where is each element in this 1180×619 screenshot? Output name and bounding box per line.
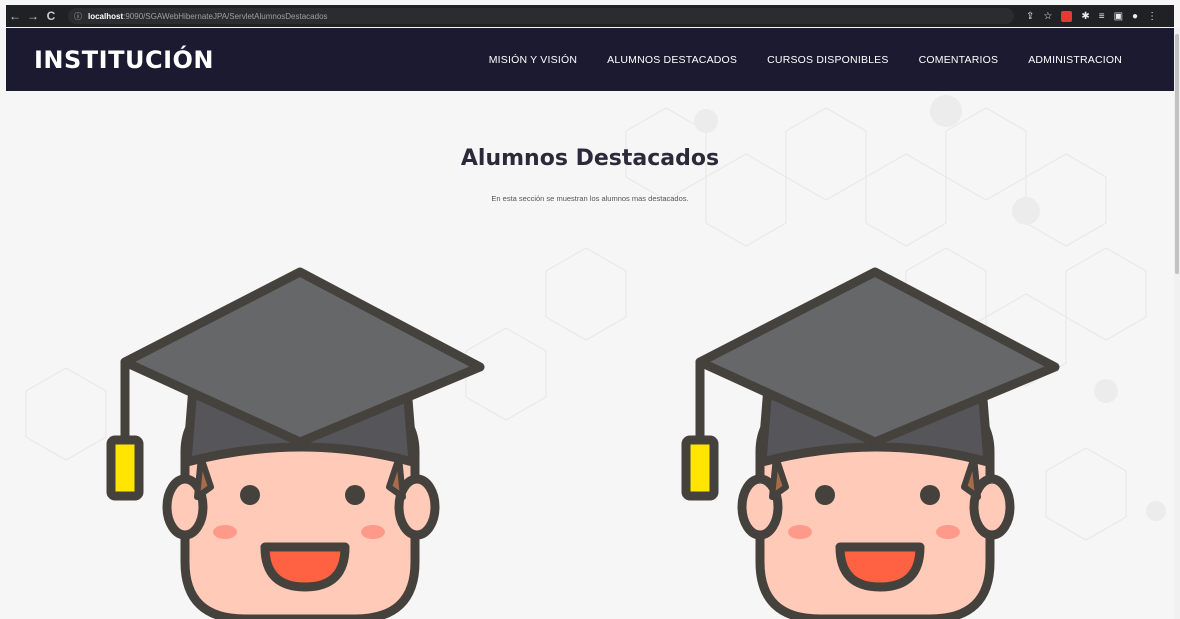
menu-item-administracion[interactable]: ADMINISTRACION xyxy=(1028,54,1122,66)
puzzle-icon[interactable]: ✱ xyxy=(1081,11,1089,22)
sidepanel-icon[interactable]: ▣ xyxy=(1114,11,1123,22)
info-icon[interactable]: ⓘ xyxy=(74,11,82,22)
share-icon[interactable]: ⇪ xyxy=(1026,11,1034,22)
main-menu: MISIÓN Y VISIÓN ALUMNOS DESTACADOS CURSO… xyxy=(489,28,1122,91)
profile-icon[interactable]: ● xyxy=(1132,11,1138,22)
star-icon[interactable]: ☆ xyxy=(1043,11,1052,22)
menu-item-mision[interactable]: MISIÓN Y VISIÓN xyxy=(489,54,577,66)
student-avatar-1 xyxy=(106,267,485,619)
site-logo[interactable]: INSTITUCIÓN xyxy=(34,46,214,74)
reload-icon[interactable]: C xyxy=(42,9,60,23)
menu-icon[interactable]: ⋮ xyxy=(1147,11,1157,22)
back-icon[interactable]: ← xyxy=(6,9,24,23)
extensions-area: ⇪ ☆ ✱ ≡ ▣ ● ⋮ xyxy=(1026,10,1157,22)
page-title: Alumnos Destacados xyxy=(460,146,720,171)
menu-item-comentarios[interactable]: COMENTARIOS xyxy=(919,54,999,66)
menu-item-alumnos[interactable]: ALUMNOS DESTACADOS xyxy=(607,54,737,66)
page-scrollbar[interactable] xyxy=(1174,28,1180,619)
playlist-icon[interactable]: ≡ xyxy=(1099,11,1105,22)
extension-icon[interactable] xyxy=(1061,10,1073,22)
page-subtitle: En esta sección se muestran los alumnos … xyxy=(491,194,689,203)
student-avatar-2 xyxy=(681,267,1060,619)
url-host: localhost xyxy=(88,11,124,21)
address-bar[interactable]: ⓘ localhost :9090/SGAWebHibernateJPA/Ser… xyxy=(68,8,1014,24)
browser-toolbar: ← → C ⓘ localhost :9090/SGAWebHibernateJ… xyxy=(6,5,1174,27)
menu-item-cursos[interactable]: CURSOS DISPONIBLES xyxy=(767,54,888,66)
site-navbar: INSTITUCIÓN MISIÓN Y VISIÓN ALUMNOS DEST… xyxy=(6,28,1174,91)
url-path: :9090/SGAWebHibernateJPA/ServletAlumnosD… xyxy=(123,11,328,21)
scrollbar-thumb[interactable] xyxy=(1175,34,1179,274)
forward-icon[interactable]: → xyxy=(24,9,42,23)
